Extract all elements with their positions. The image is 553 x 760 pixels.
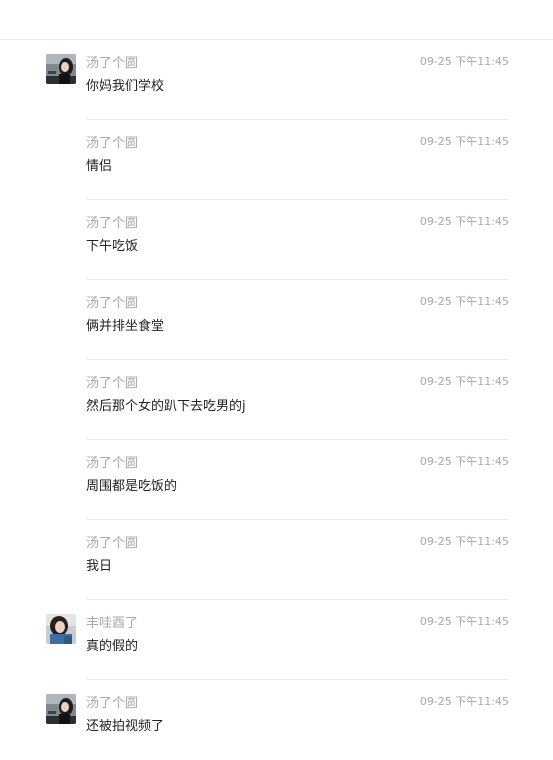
message-content: 情侣 (86, 159, 113, 174)
message-item: 汤了个圆 09-25 下午11:45 然后那个女的趴下去吃男的j (0, 360, 553, 440)
sender-name: 汤了个圆 (86, 696, 139, 711)
message-content: 周围都是吃饭的 (86, 479, 178, 494)
message-item: 汤了个圆 09-25 下午11:45 俩并排坐食堂 (0, 280, 553, 360)
avatar[interactable] (46, 694, 76, 724)
sender-name: 汤了个圆 (86, 536, 139, 551)
message-time: 09-25 下午11:45 (419, 695, 509, 708)
message-item: 丰哇酉了 09-25 下午11:45 真的假的 (0, 600, 553, 680)
message-content: 俩并排坐食堂 (86, 319, 165, 334)
sender-name: 丰哇酉了 (86, 616, 139, 631)
top-bar (0, 0, 553, 40)
message-time: 09-25 下午11:45 (419, 615, 509, 628)
message-content: 下午吃饭 (86, 239, 139, 254)
sender-name: 汤了个圆 (86, 296, 139, 311)
message-time: 09-25 下午11:45 (419, 295, 509, 308)
sender-name: 汤了个圆 (86, 216, 139, 231)
avatar[interactable] (46, 54, 76, 84)
message-list: 汤了个圆 09-25 下午11:45 你妈我们学校 汤了个圆 09-25 下午1… (0, 40, 553, 760)
message-time: 09-25 下午11:45 (419, 375, 509, 388)
message-time: 09-25 下午11:45 (419, 215, 509, 228)
message-content: 真的假的 (86, 639, 139, 654)
message-time: 09-25 下午11:45 (419, 135, 509, 148)
message-content: 还被拍视频了 (86, 719, 165, 734)
message-item: 汤了个圆 09-25 下午11:45 周围都是吃饭的 (0, 440, 553, 520)
message-content: 你妈我们学校 (86, 79, 165, 94)
avatar-girl-blue-icon (46, 614, 76, 644)
message-item: 汤了个圆 09-25 下午11:45 情侣 (0, 120, 553, 200)
avatar-girl-dark-icon (46, 694, 76, 724)
sender-name: 汤了个圆 (86, 56, 139, 71)
message-content: 我日 (86, 559, 113, 574)
message-item: 汤了个圆 09-25 下午11:45 还被拍视频了 (0, 680, 553, 760)
avatar[interactable] (46, 614, 76, 644)
sender-name: 汤了个圆 (86, 136, 139, 151)
message-time: 09-25 下午11:45 (419, 535, 509, 548)
message-content: 然后那个女的趴下去吃男的j (86, 399, 246, 414)
avatar-girl-dark-icon (46, 54, 76, 84)
message-item: 汤了个圆 09-25 下午11:45 我日 (0, 520, 553, 600)
sender-name: 汤了个圆 (86, 376, 139, 391)
message-item: 汤了个圆 09-25 下午11:45 你妈我们学校 (0, 40, 553, 120)
sender-name: 汤了个圆 (86, 456, 139, 471)
message-time: 09-25 下午11:45 (419, 55, 509, 68)
message-item: 汤了个圆 09-25 下午11:45 下午吃饭 (0, 200, 553, 280)
message-time: 09-25 下午11:45 (419, 455, 509, 468)
